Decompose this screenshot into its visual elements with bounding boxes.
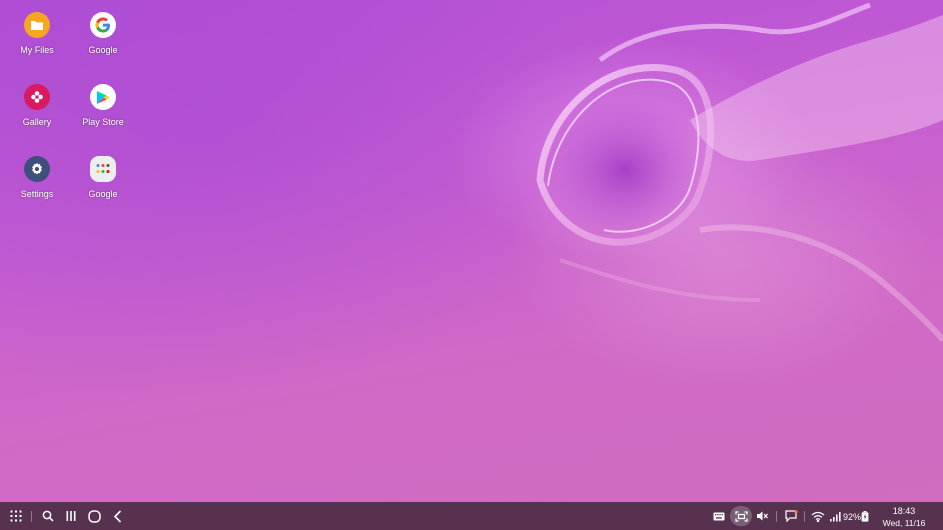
icon-label: Play Store bbox=[82, 117, 124, 127]
taskbar-divider bbox=[776, 511, 777, 522]
desktop-icon-play-store[interactable]: Play Store bbox=[70, 76, 136, 138]
home-icon[interactable] bbox=[84, 506, 104, 526]
folder-icon bbox=[24, 12, 50, 38]
keyboard-icon[interactable] bbox=[709, 506, 729, 526]
google-g-icon bbox=[90, 12, 116, 38]
clock-date: Wed, 11/16 bbox=[882, 518, 926, 528]
desktop-icon-settings[interactable]: Settings bbox=[4, 148, 70, 210]
search-icon[interactable] bbox=[38, 506, 58, 526]
desktop-icon-my-files[interactable]: My Files bbox=[4, 4, 70, 66]
icon-label: My Files bbox=[20, 45, 54, 55]
icon-label: Gallery bbox=[22, 117, 52, 127]
taskbar-divider bbox=[31, 511, 32, 522]
gear-icon bbox=[24, 156, 50, 182]
notification-icon[interactable] bbox=[781, 506, 801, 526]
desktop-icon-gallery[interactable]: Gallery bbox=[4, 76, 70, 138]
back-icon[interactable] bbox=[108, 506, 128, 526]
desktop-icon-google-folder[interactable]: Google bbox=[70, 148, 136, 210]
desktop-wallpaper: My Files Google Gallery Play Store Setti… bbox=[0, 0, 943, 502]
apps-grid-icon[interactable] bbox=[6, 506, 26, 526]
recents-icon[interactable] bbox=[61, 506, 81, 526]
wallpaper-swirl bbox=[536, 2, 943, 342]
signal-icon[interactable] bbox=[825, 506, 845, 526]
taskbar: 92% 18:43 Wed, 11/16 bbox=[0, 502, 943, 530]
screen-capture-icon[interactable] bbox=[730, 506, 752, 526]
clock-time: 18:43 bbox=[892, 506, 916, 516]
mute-icon[interactable] bbox=[752, 506, 772, 526]
icon-label: Google bbox=[88, 45, 118, 55]
taskbar-clock[interactable]: 18:43 Wed, 11/16 bbox=[878, 505, 930, 529]
desktop-icon-google[interactable]: Google bbox=[70, 4, 136, 66]
taskbar-divider bbox=[804, 511, 805, 522]
icon-label: Google bbox=[88, 189, 118, 199]
play-store-icon bbox=[90, 84, 116, 110]
folder-group-icon bbox=[90, 156, 116, 182]
flower-icon bbox=[24, 84, 50, 110]
battery-icon[interactable] bbox=[858, 506, 872, 526]
icon-label: Settings bbox=[20, 189, 54, 199]
